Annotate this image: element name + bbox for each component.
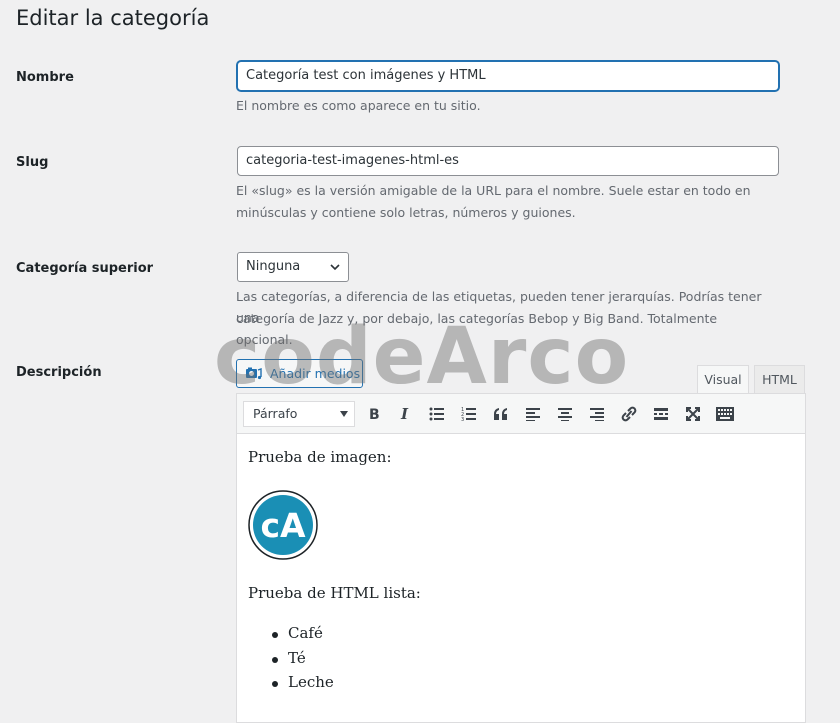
slug-help-line1: El «slug» es la versión amigable de la U… bbox=[236, 183, 751, 198]
list-item: Café bbox=[272, 624, 334, 649]
list-item: Té bbox=[272, 649, 334, 674]
svg-text:I: I bbox=[400, 406, 409, 422]
codearco-logo-image: cA bbox=[248, 490, 318, 560]
add-media-label: Añadir medios bbox=[270, 366, 361, 381]
svg-text:3: 3 bbox=[461, 417, 464, 421]
parent-label: Categoría superior bbox=[16, 261, 154, 276]
svg-text:B: B bbox=[369, 407, 380, 422]
align-center-icon[interactable] bbox=[554, 404, 576, 424]
slug-label: Slug bbox=[16, 155, 49, 170]
chevron-down-icon bbox=[330, 264, 340, 271]
editor-content-part-2: Prueba de HTML lista: bbox=[248, 584, 798, 602]
name-field[interactable]: Categoría test con imágenes y HTML bbox=[237, 61, 779, 91]
bullet-list-icon[interactable] bbox=[426, 404, 448, 424]
parent-select[interactable]: Ninguna bbox=[237, 252, 349, 282]
fullscreen-icon[interactable] bbox=[682, 404, 704, 424]
slug-field[interactable]: categoria-test-imagenes-html-es bbox=[237, 146, 779, 176]
svg-text:cA: cA bbox=[260, 506, 306, 545]
bold-icon[interactable]: B bbox=[363, 404, 385, 424]
description-editor[interactable]: Párrafo B I 1 2 3 Prueba de imagen: cA P… bbox=[236, 393, 806, 723]
description-label: Descripción bbox=[16, 365, 102, 380]
name-label: Nombre bbox=[16, 70, 74, 85]
parent-help-line2: categoría de Jazz y, por debajo, las cat… bbox=[236, 311, 718, 347]
caret-down-icon bbox=[340, 411, 348, 417]
tab-html[interactable]: HTML bbox=[754, 365, 805, 394]
align-right-icon[interactable] bbox=[586, 404, 608, 424]
content-list: Café Té Leche bbox=[272, 624, 334, 698]
editor-toolbar: Párrafo B I 1 2 3 bbox=[237, 394, 805, 434]
read-more-icon[interactable] bbox=[650, 404, 672, 424]
blockquote-icon[interactable] bbox=[490, 404, 512, 424]
add-media-button[interactable]: Añadir medios bbox=[236, 359, 363, 388]
format-select[interactable]: Párrafo bbox=[243, 401, 355, 427]
list-item: Leche bbox=[272, 673, 334, 698]
page-title: Editar la categoría bbox=[16, 6, 210, 30]
parent-select-value: Ninguna bbox=[246, 259, 301, 274]
content-paragraph-1: Prueba de imagen: bbox=[248, 448, 392, 466]
format-select-value: Párrafo bbox=[253, 406, 298, 421]
editor-content[interactable]: Prueba de imagen: bbox=[248, 448, 798, 466]
name-help: El nombre es como aparece en tu sitio. bbox=[236, 98, 481, 113]
toolbar-toggle-icon[interactable] bbox=[714, 404, 736, 424]
content-paragraph-2: Prueba de HTML lista: bbox=[248, 584, 421, 602]
tab-visual[interactable]: Visual bbox=[697, 365, 749, 394]
slug-help-line2: minúsculas y contiene solo letras, númer… bbox=[236, 205, 576, 220]
align-left-icon[interactable] bbox=[522, 404, 544, 424]
camera-music-icon bbox=[246, 367, 262, 380]
italic-icon[interactable]: I bbox=[394, 404, 416, 424]
link-icon[interactable] bbox=[618, 404, 640, 424]
numbered-list-icon[interactable]: 1 2 3 bbox=[458, 404, 480, 424]
